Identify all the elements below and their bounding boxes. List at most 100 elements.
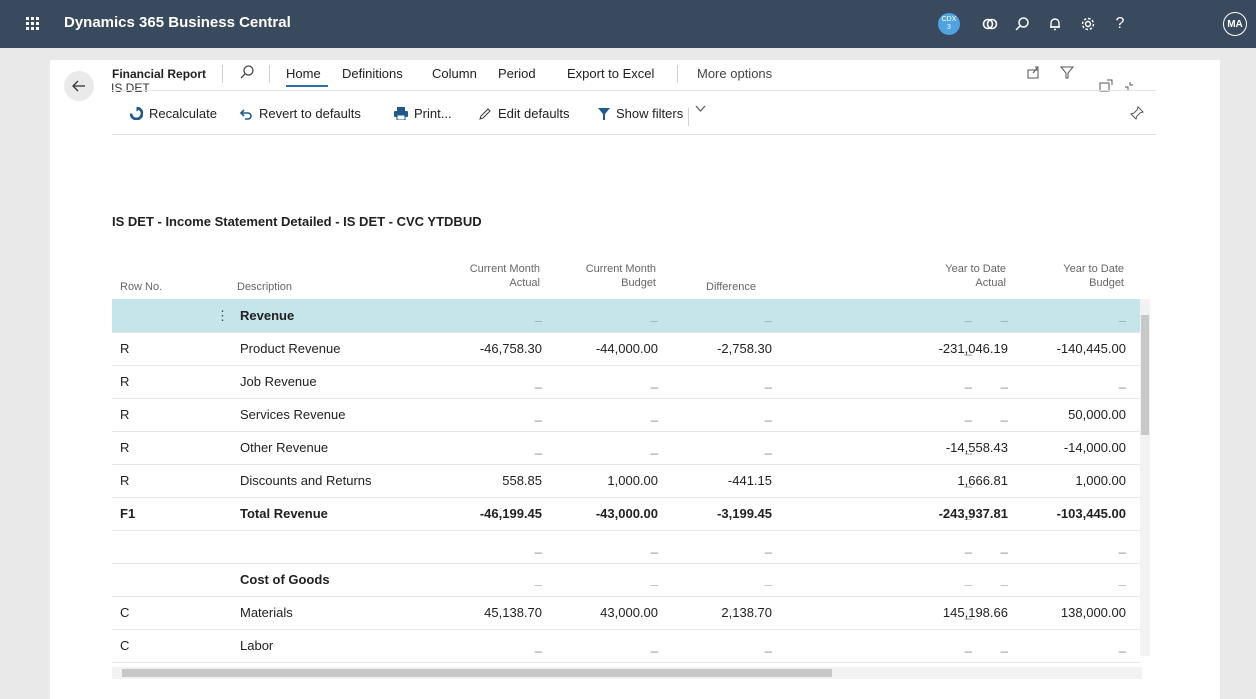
current-month-budget-cell: 43,000.00: [600, 605, 658, 620]
col-ytd-actual[interactable]: Year to Date Actual: [906, 262, 1006, 290]
table-row[interactable]: C Labor _ _ _ _ _ _: [112, 629, 1140, 663]
current-month-actual-cell: -46,758.30: [479, 341, 542, 356]
pin-icon[interactable]: [1130, 106, 1144, 120]
action-bar: Financial Report Home Definitions Column…: [112, 62, 1156, 91]
ytd-actual-cell: -243,937.81: [938, 506, 1008, 521]
show-filters-dropdown[interactable]: [695, 105, 706, 113]
refresh-icon: [130, 107, 143, 120]
edit-defaults-label: Edit defaults: [498, 106, 570, 121]
description-cell: Materials: [240, 605, 293, 620]
edit-defaults-button[interactable]: Edit defaults: [478, 106, 570, 121]
col-ytd-budget[interactable]: Year to Date Budget: [1024, 262, 1124, 290]
printer-icon: [394, 107, 408, 120]
ytd-actual-cell: _: [1000, 572, 1008, 587]
horizontal-scrollbar[interactable]: [112, 667, 1142, 679]
current-month-budget-cell: _: [650, 308, 658, 323]
current-month-actual-cell: _: [534, 374, 542, 389]
description-cell: Services Revenue: [240, 407, 346, 422]
description-cell: Discounts and Returns: [240, 473, 372, 488]
horizontal-scroll-thumb[interactable]: [122, 669, 832, 677]
current-month-budget-cell: _: [650, 374, 658, 389]
description-cell: Total Revenue: [240, 506, 328, 521]
print-button[interactable]: Print...: [394, 106, 452, 121]
table-row[interactable]: R Product Revenue -46,758.30 -44,000.00 -2,7…: [112, 332, 1140, 366]
search-icon[interactable]: [1012, 14, 1032, 34]
vertical-scrollbar[interactable]: [1140, 299, 1150, 656]
ytd-actual-cell: -14,558.43: [945, 440, 1008, 455]
table-row[interactable]: F1 Total Revenue -46,199.45 -43,000.00 -3,19…: [112, 497, 1140, 531]
ytd-actual-cell: 1,666.81: [957, 473, 1008, 488]
ytd-budget-cell: 138,000.00: [1060, 605, 1126, 620]
company-badge[interactable]: CDX 3: [938, 13, 960, 35]
table-row[interactable]: C Materials 45,138.70 43,000.00 2,138.70 _ 145…: [112, 596, 1140, 630]
share-icon[interactable]: [1026, 64, 1042, 83]
current-month-actual-cell: 45,138.70: [484, 605, 542, 620]
current-month-actual-cell: _: [534, 308, 542, 323]
col-current-month-actual[interactable]: Current Month Actual: [440, 262, 540, 290]
difference-cell: _: [764, 308, 772, 323]
description-cell: Product Revenue: [240, 341, 341, 356]
table-row[interactable]: _ _ _ _ _ _: [112, 530, 1140, 564]
current-month-budget-cell: _: [650, 539, 658, 554]
current-month-budget-cell: -44,000.00: [595, 341, 658, 356]
difference-cell: -441.15: [727, 473, 772, 488]
table-row[interactable]: R Services Revenue _ _ _ _ _ 50,000.00: [112, 398, 1140, 432]
description-cell: Cost of Goods: [240, 572, 330, 587]
print-label: Print...: [414, 106, 452, 121]
row-no-cell: F1: [120, 506, 136, 521]
col-row-no[interactable]: Row No.: [120, 280, 162, 294]
table-row[interactable]: R Other Revenue _ _ _ _ -14,558.43 -14,000.00: [112, 431, 1140, 465]
difference-cell: _: [764, 407, 772, 422]
notification-bell-icon[interactable]: [1045, 14, 1065, 34]
more-options[interactable]: More options: [697, 66, 772, 81]
current-month-budget-cell: -43,000.00: [595, 506, 658, 521]
chevron-down-icon: [695, 105, 706, 112]
app-title[interactable]: Dynamics 365 Business Central: [64, 14, 291, 31]
tab-definitions[interactable]: Definitions: [342, 66, 403, 81]
show-filters-label: Show filters: [616, 106, 684, 121]
ytd-actual-cell: _: [1000, 539, 1008, 554]
help-icon[interactable]: ?: [1110, 14, 1130, 34]
ytd-budget-cell: _: [1118, 308, 1126, 323]
vertical-scroll-thumb[interactable]: [1141, 315, 1149, 435]
col-difference[interactable]: Difference: [706, 280, 756, 294]
tab-column[interactable]: Column: [432, 66, 477, 81]
table-row[interactable]: R Discounts and Returns 558.85 1,000.00 -441…: [112, 464, 1140, 498]
table-row[interactable]: R Job Revenue _ _ _ _ _ _: [112, 365, 1140, 399]
current-month-budget-cell: _: [650, 572, 658, 587]
table-row[interactable]: ⋮ Revenue _ _ _ _ _ _: [112, 299, 1140, 333]
col-description[interactable]: Description: [237, 280, 292, 294]
table-row[interactable]: Cost of Goods _ _ _ _ _ _: [112, 563, 1140, 597]
app-launcher-icon[interactable]: [26, 17, 40, 31]
search-icon[interactable]: [239, 64, 255, 83]
col-current-month-budget[interactable]: Current Month Budget: [556, 262, 656, 290]
current-month-budget-cell: _: [650, 407, 658, 422]
current-month-actual-cell: _: [534, 539, 542, 554]
current-month-budget-cell: 1,000.00: [607, 473, 658, 488]
row-no-cell: R: [120, 407, 130, 422]
financial-report-label: Financial Report: [112, 67, 207, 81]
row-menu-icon[interactable]: ⋮: [216, 308, 229, 324]
copilot-icon[interactable]: [980, 14, 1000, 34]
settings-gear-icon[interactable]: [1078, 14, 1098, 34]
ytd-actual-cell: _: [1000, 638, 1008, 653]
back-button[interactable]: [64, 71, 94, 101]
recalculate-button[interactable]: Recalculate: [130, 106, 217, 121]
current-month-actual-cell: _: [534, 638, 542, 653]
filter-icon: [598, 107, 610, 120]
ytd-actual-cell: _: [1000, 407, 1008, 422]
show-filters-button[interactable]: Show filters: [598, 106, 683, 121]
filter-icon[interactable]: [1059, 64, 1075, 83]
tab-export-to-excel[interactable]: Export to Excel: [567, 66, 654, 81]
difference-cell: 2,138.70: [721, 605, 772, 620]
tab-period[interactable]: Period: [498, 66, 536, 81]
undo-icon: [239, 108, 252, 120]
current-month-budget-cell: _: [650, 440, 658, 455]
description-cell: Other Revenue: [240, 440, 329, 455]
tab-home[interactable]: Home: [286, 66, 321, 81]
current-month-actual-cell: _: [534, 407, 542, 422]
row-no-cell: C: [120, 605, 130, 620]
revert-to-defaults-button[interactable]: Revert to defaults: [239, 106, 361, 121]
current-month-budget-cell: _: [650, 638, 658, 653]
avatar[interactable]: MA: [1223, 12, 1247, 36]
